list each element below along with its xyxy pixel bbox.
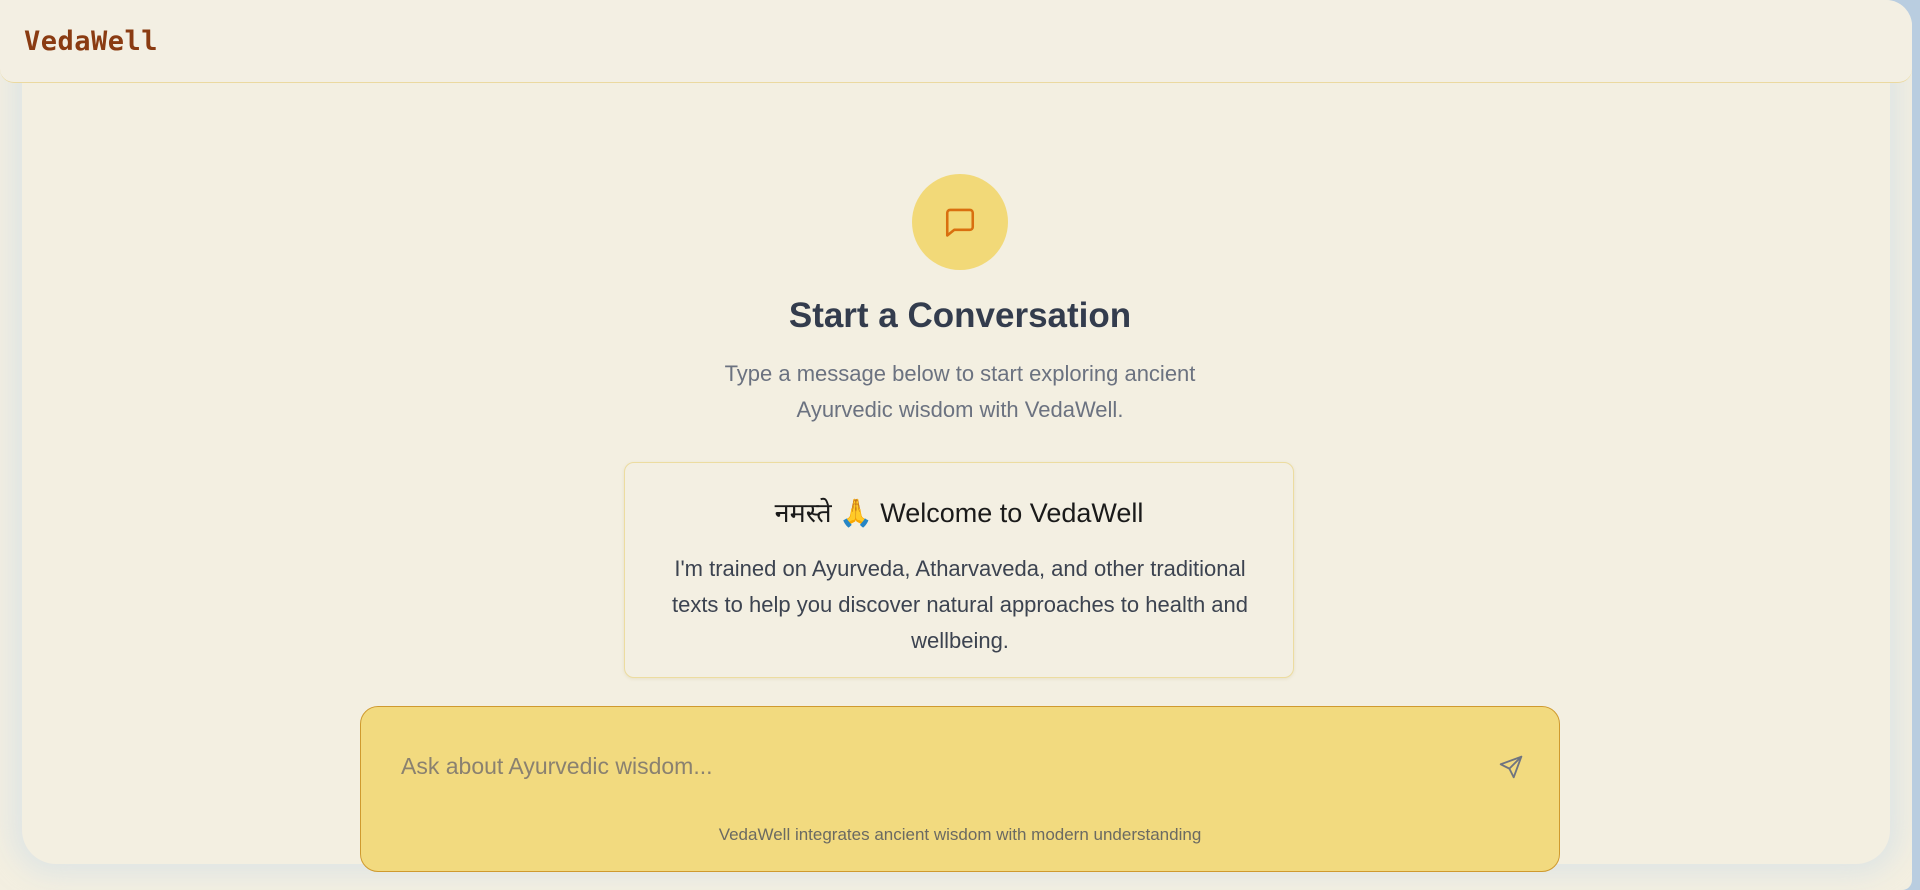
app-logo[interactable]: VedaWell <box>24 26 158 57</box>
chat-input[interactable] <box>391 745 1461 787</box>
welcome-card: नमस्ते 🙏 Welcome to VedaWell I'm trained… <box>624 462 1294 678</box>
send-icon <box>1499 755 1523 779</box>
welcome-title: नमस्ते 🙏 Welcome to VedaWell <box>774 498 1144 528</box>
chat-composer: VedaWell integrates ancient wisdom with … <box>360 706 1560 872</box>
send-button[interactable] <box>1491 747 1531 787</box>
footer-disclaimer: VedaWell integrates ancient wisdom with … <box>718 825 1202 844</box>
app-header: VedaWell <box>0 0 1912 83</box>
welcome-description: I'm trained on Ayurveda, Atharvaveda, an… <box>671 556 1249 653</box>
page-title: Start a Conversation <box>788 296 1132 335</box>
app-window: VedaWell Start a Conversation Type a mes… <box>0 0 1912 890</box>
message-square-icon <box>912 174 1008 270</box>
page-subtitle: Type a message below to start exploring … <box>724 361 1196 422</box>
